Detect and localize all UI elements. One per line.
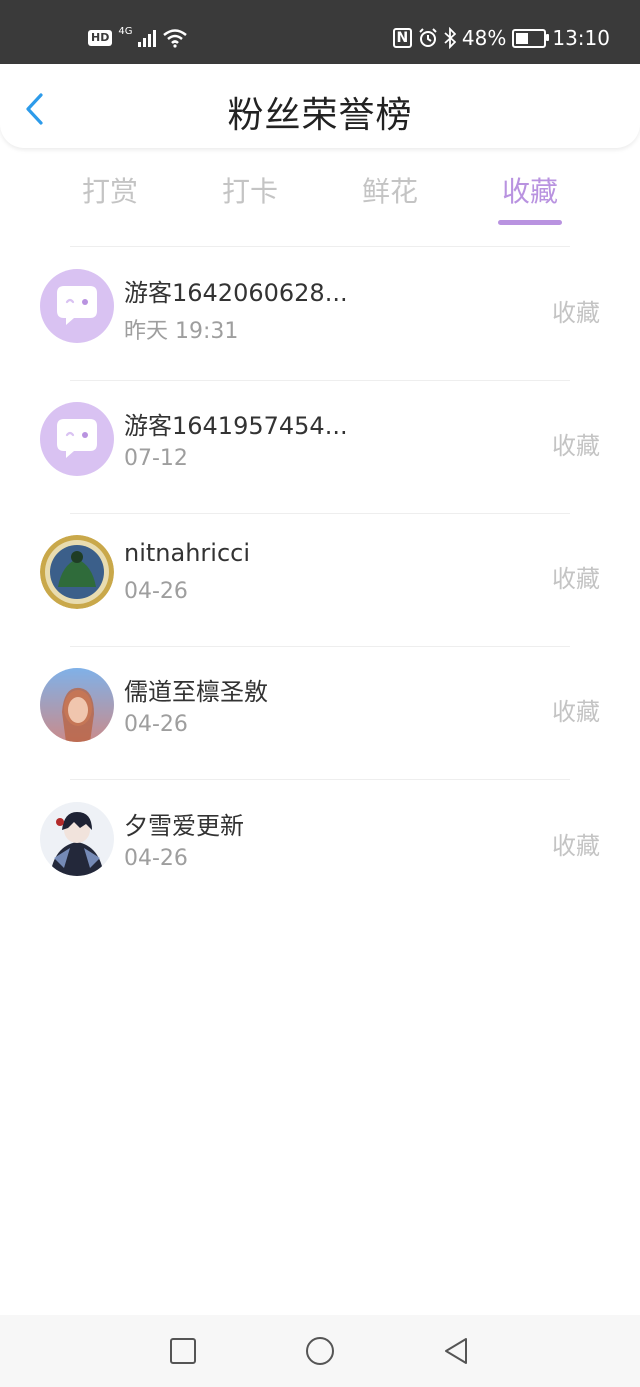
hd-badge: HD bbox=[88, 30, 113, 46]
fan-name: 游客1642060628... bbox=[124, 279, 348, 307]
recent-apps-icon[interactable] bbox=[167, 1335, 199, 1367]
guest-avatar-icon bbox=[40, 402, 114, 476]
alarm-icon bbox=[419, 28, 437, 47]
list-item[interactable]: 游客1642060628... 昨天 19:31 收藏 bbox=[0, 247, 640, 379]
page-title: 粉丝荣誉榜 bbox=[227, 95, 413, 136]
action-label: 收藏 bbox=[552, 299, 600, 327]
action-label: 收藏 bbox=[552, 832, 600, 860]
user-avatar bbox=[40, 668, 114, 742]
fan-time: 07-12 bbox=[124, 446, 188, 471]
tab-favorites[interactable]: 收藏 bbox=[460, 168, 600, 228]
fan-name: nitnahricci bbox=[124, 539, 251, 567]
tab-active-indicator bbox=[498, 220, 562, 225]
battery-icon bbox=[512, 28, 550, 48]
list-item[interactable]: 游客1641957454... 07-12 收藏 bbox=[0, 380, 640, 512]
status-right: N 48% 13:10 bbox=[392, 22, 610, 54]
fan-time: 04-26 bbox=[124, 712, 188, 737]
action-label: 收藏 bbox=[552, 432, 600, 460]
fan-name: 儒道至檩圣敫 bbox=[124, 678, 268, 706]
tab-bar: 打赏 打卡 鲜花 收藏 bbox=[40, 168, 600, 228]
network-type: 4G bbox=[118, 26, 133, 37]
guest-avatar-icon bbox=[40, 269, 114, 343]
tab-label: 鲜花 bbox=[361, 175, 418, 208]
status-bar: HD 4G N 48% 13:10 bbox=[0, 0, 640, 64]
bluetooth-icon bbox=[444, 27, 456, 49]
signal-icon bbox=[138, 29, 157, 47]
action-label: 收藏 bbox=[552, 565, 600, 593]
wifi-icon bbox=[163, 29, 188, 48]
header: 粉丝荣誉榜 bbox=[0, 64, 640, 148]
tab-label: 收藏 bbox=[501, 175, 558, 208]
back-icon[interactable] bbox=[440, 1335, 472, 1367]
tab-label: 打卡 bbox=[221, 175, 278, 208]
list-item[interactable]: nitnahricci 04-26 收藏 bbox=[0, 513, 640, 645]
tab-tip[interactable]: 打赏 bbox=[40, 168, 180, 228]
navigation-bar bbox=[0, 1315, 640, 1387]
list-item[interactable]: 儒道至檩圣敫 04-26 收藏 bbox=[0, 646, 640, 778]
tab-checkin[interactable]: 打卡 bbox=[180, 168, 320, 228]
fan-time: 昨天 19:31 bbox=[124, 319, 239, 344]
home-icon[interactable] bbox=[304, 1335, 336, 1367]
fan-name: 游客1641957454... bbox=[124, 412, 348, 440]
tab-flowers[interactable]: 鲜花 bbox=[320, 168, 460, 228]
user-avatar bbox=[40, 802, 114, 876]
action-label: 收藏 bbox=[552, 698, 600, 726]
list-item[interactable]: 夕雪爱更新 04-26 收藏 bbox=[0, 780, 640, 912]
fan-time: 04-26 bbox=[124, 846, 188, 871]
fan-name: 夕雪爱更新 bbox=[124, 812, 244, 840]
tab-label: 打赏 bbox=[81, 175, 138, 208]
fan-time: 04-26 bbox=[124, 579, 188, 604]
user-avatar bbox=[40, 535, 114, 609]
nfc-icon: N bbox=[392, 28, 412, 48]
status-left: HD 4G bbox=[88, 25, 188, 51]
battery-percent: 48% bbox=[461, 26, 507, 50]
clock: 13:10 bbox=[552, 26, 610, 50]
